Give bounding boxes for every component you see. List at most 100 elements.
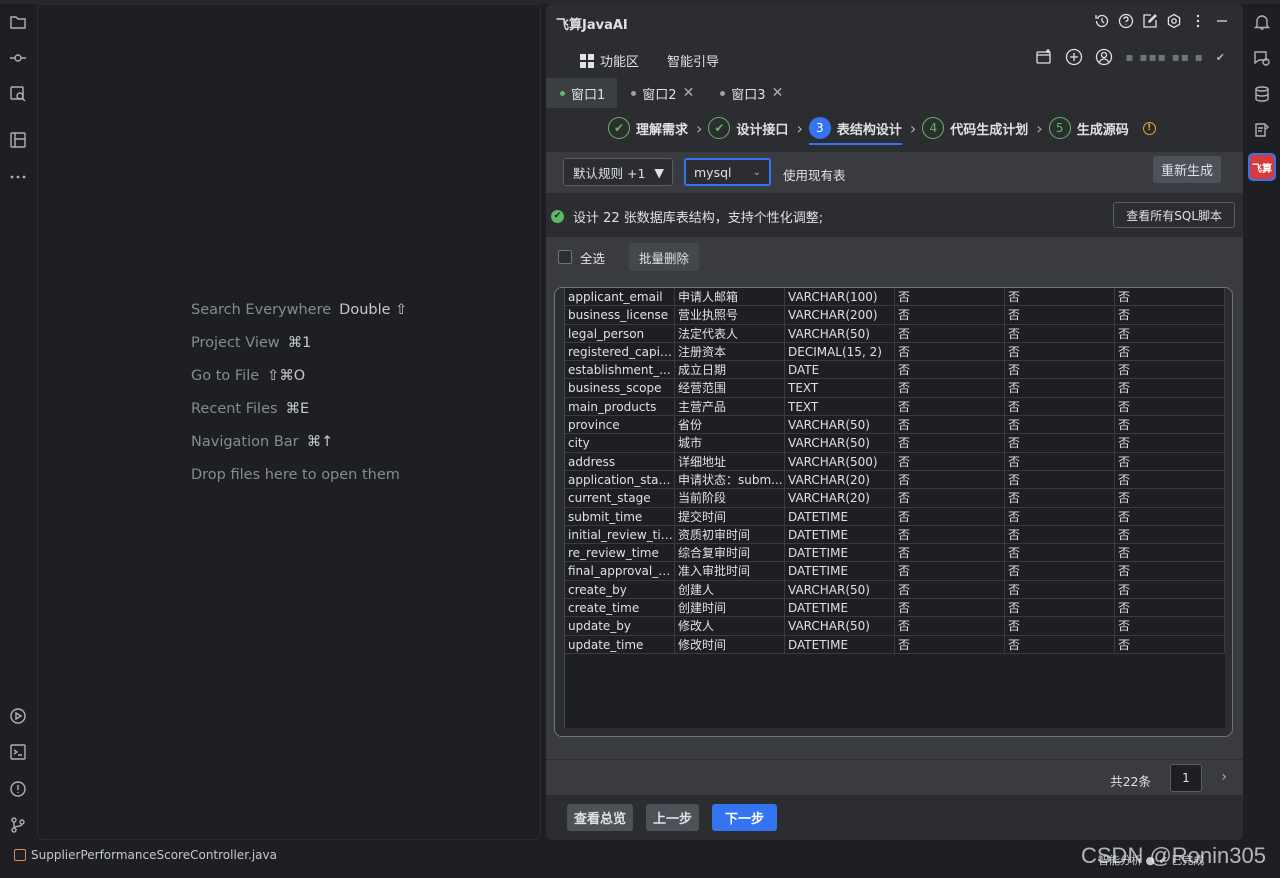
java-file-icon	[14, 849, 26, 861]
page-number-input[interactable]: 1	[1170, 764, 1202, 792]
step-generate-source[interactable]: 5 生成源码	[1048, 117, 1129, 139]
table-row[interactable]: establishment_... 成立日期 DATE 否否否	[565, 361, 1225, 380]
table-row[interactable]: main_products 主营产品 TEXT 否否否	[565, 397, 1225, 417]
tab-window-2[interactable]: 窗口2 ✕	[617, 78, 706, 108]
table-row[interactable]: city 城市 VARCHAR(50) 否否否	[565, 434, 1225, 453]
ai-assistant-icon[interactable]	[1252, 120, 1272, 140]
table-cell: 否	[1115, 580, 1225, 599]
select-all-checkbox[interactable]	[558, 250, 572, 264]
watermark: CSDN @Ronin305	[1081, 843, 1266, 868]
ai-chat-icon[interactable]	[1252, 48, 1272, 68]
database-icon[interactable]	[1252, 84, 1272, 104]
more-vertical-icon[interactable]	[1189, 12, 1207, 30]
terminal-icon[interactable]	[8, 742, 28, 762]
right-tool-strip: 飞算	[1243, 4, 1280, 840]
next-step-button[interactable]: 下一步	[712, 804, 778, 831]
structure-icon[interactable]	[8, 130, 28, 150]
select-all-label[interactable]: 全选	[580, 248, 605, 267]
table-row[interactable]: province 省份 VARCHAR(50) 否否否	[565, 416, 1225, 435]
table-cell: 注册资本	[675, 342, 785, 361]
table-row[interactable]: update_time 修改时间 DATETIME 否否否	[565, 635, 1225, 654]
table-row[interactable]: business_scope 经营范围 TEXT 否否否	[565, 379, 1225, 398]
table-row[interactable]: registered_capital 注册资本 DECIMAL(15, 2) 否否否	[565, 342, 1225, 362]
view-all-sql-button[interactable]: 查看所有SQL脚本	[1113, 202, 1235, 228]
user-avatar-icon[interactable]	[1095, 48, 1113, 66]
tab-window-3[interactable]: 窗口3 ✕	[706, 78, 795, 108]
table-cell: 否	[1005, 324, 1115, 342]
view-overview-button[interactable]: 查看总览	[567, 804, 634, 831]
table-cell: 否	[1115, 617, 1225, 635]
batch-delete-button[interactable]: 批量删除	[629, 243, 700, 271]
user-name[interactable]: ▪ ▪▪▪ ▪▪ ▪	[1125, 50, 1203, 64]
table-row[interactable]: final_approval_t... 准入审批时间 DATETIME 否否否	[565, 562, 1225, 581]
search-structure-icon[interactable]	[8, 84, 28, 104]
warning-icon[interactable]: !	[1142, 121, 1156, 135]
table-cell: 否	[1115, 562, 1225, 580]
table-row[interactable]: current_stage 当前阶段 VARCHAR(20) 否否否	[565, 489, 1225, 508]
run-icon[interactable]	[8, 706, 28, 726]
step-table-design[interactable]: 3 表结构设计	[808, 117, 902, 145]
function-area-button[interactable]: 功能区	[580, 51, 639, 70]
file-name: SupplierPerformanceScoreController.java	[31, 848, 277, 862]
table-cell: 否	[1005, 397, 1115, 416]
rule-select[interactable]: 默认规则 +1 ▼	[563, 158, 673, 186]
step-code-plan[interactable]: 4 代码生成计划	[922, 117, 1028, 139]
new-window-icon[interactable]	[1035, 48, 1053, 66]
step-design-interface[interactable]: ✔ 设计接口	[708, 117, 788, 139]
table-row[interactable]: create_time 创建时间 DATETIME 否否否	[565, 599, 1225, 618]
file-breadcrumb[interactable]: SupplierPerformanceScoreController.java	[14, 848, 277, 862]
commit-icon[interactable]	[8, 48, 28, 68]
git-icon[interactable]	[8, 815, 28, 835]
table-row[interactable]: application_stat... 申请状态：subm... VARCHAR(2…	[565, 470, 1225, 490]
table-cell: VARCHAR(100)	[785, 288, 895, 306]
history-icon[interactable]	[1093, 12, 1111, 30]
selection-row: 全选 批量删除	[558, 243, 700, 271]
table-cell: VARCHAR(200)	[785, 306, 895, 324]
help-icon[interactable]	[1117, 12, 1135, 30]
step-label: 理解需求	[636, 122, 689, 138]
use-existing-table-label[interactable]: 使用现有表	[783, 165, 846, 184]
options-bar: 默认规则 +1 ▼ mysql ⌄ 使用现有表 重新生成	[546, 152, 1243, 193]
close-icon[interactable]: ✕	[772, 85, 784, 101]
table-cell: VARCHAR(20)	[785, 470, 895, 489]
table-row[interactable]: legal_person 法定代表人 VARCHAR(50) 否否否	[565, 324, 1225, 343]
table-cell: 否	[895, 580, 1005, 599]
table-row[interactable]: initial_review_time 资质初审时间 DATETIME 否否否	[565, 525, 1225, 545]
table-cell: 否	[1115, 635, 1225, 653]
feisuan-logo-button[interactable]: 飞算	[1248, 153, 1276, 181]
tab-window-1[interactable]: 窗口1	[546, 78, 618, 108]
table-cell: application_stat...	[565, 470, 675, 489]
table-row[interactable]: update_by 修改人 VARCHAR(50) 否否否	[565, 617, 1225, 636]
settings-icon[interactable]	[1165, 12, 1183, 30]
table-cell: 否	[1005, 470, 1115, 489]
more-icon[interactable]	[8, 167, 28, 187]
table-row[interactable]: submit_time 提交时间 DATETIME 否否否	[565, 507, 1225, 526]
table-row[interactable]: create_by 创建人 VARCHAR(50) 否否否	[565, 580, 1225, 600]
previous-step-button[interactable]: 上一步	[646, 804, 700, 831]
step-understand-requirements[interactable]: ✔ 理解需求	[608, 117, 688, 139]
notifications-icon[interactable]	[1252, 12, 1272, 32]
table-cell: business_license	[565, 306, 675, 324]
add-icon[interactable]	[1065, 48, 1083, 66]
table-cell: applicant_email	[565, 288, 675, 306]
table-cell: 省份	[675, 416, 785, 434]
folder-icon[interactable]	[8, 12, 28, 32]
table-row[interactable]: address 详细地址 VARCHAR(500) 否否否	[565, 452, 1225, 471]
chevron-right-icon[interactable]: ›	[1221, 769, 1227, 785]
database-select[interactable]: mysql ⌄	[684, 158, 771, 186]
close-icon[interactable]: ✕	[683, 85, 695, 101]
tab-dot-icon	[720, 90, 726, 96]
table-row[interactable]: business_license 营业执照号 VARCHAR(200) 否否否	[565, 306, 1225, 325]
table-cell: 修改时间	[675, 635, 785, 653]
table-row[interactable]: applicant_email 申请人邮箱 VARCHAR(100) 否否否	[565, 288, 1225, 307]
edit-icon[interactable]	[1141, 12, 1159, 30]
table-cell: DATETIME	[785, 544, 895, 562]
minimize-icon[interactable]	[1213, 12, 1231, 30]
problems-icon[interactable]	[8, 779, 28, 799]
table-cell: 否	[895, 452, 1005, 470]
table-cell: city	[565, 434, 675, 452]
smart-guide-button[interactable]: 智能引导	[667, 51, 719, 70]
regenerate-button[interactable]: 重新生成	[1152, 156, 1221, 183]
table-row[interactable]: re_review_time 综合复审时间 DATETIME 否否否	[565, 544, 1225, 563]
step-label: 代码生成计划	[950, 122, 1029, 138]
